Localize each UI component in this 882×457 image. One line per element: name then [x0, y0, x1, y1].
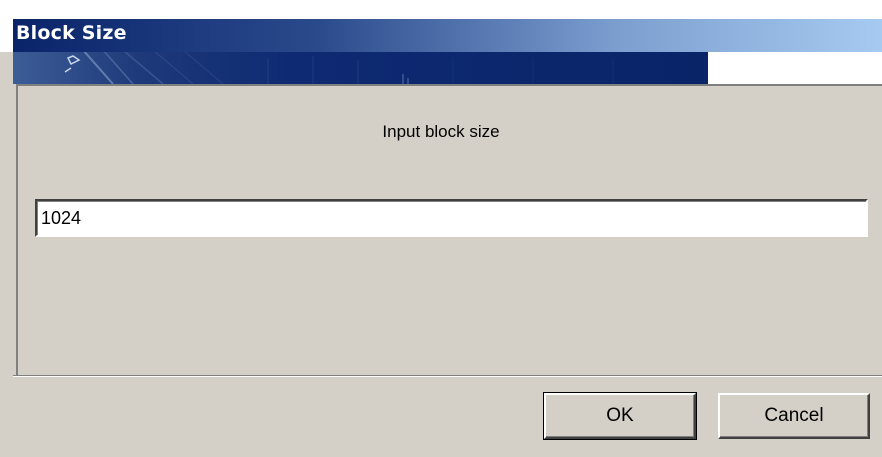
window-title: Block Size: [16, 22, 127, 44]
ok-button[interactable]: OK: [543, 392, 697, 440]
prompt-label: Input block size: [382, 122, 500, 141]
separator: [13, 375, 882, 377]
title-bar-gradient: [13, 19, 882, 52]
banner-graphic: [13, 52, 708, 84]
header-banner: [13, 52, 882, 84]
banner-pattern-icon: [64, 52, 614, 84]
title-bar[interactable]: Block Size: [0, 0, 882, 52]
cancel-button[interactable]: Cancel: [718, 393, 870, 439]
block-size-input[interactable]: [35, 199, 868, 237]
